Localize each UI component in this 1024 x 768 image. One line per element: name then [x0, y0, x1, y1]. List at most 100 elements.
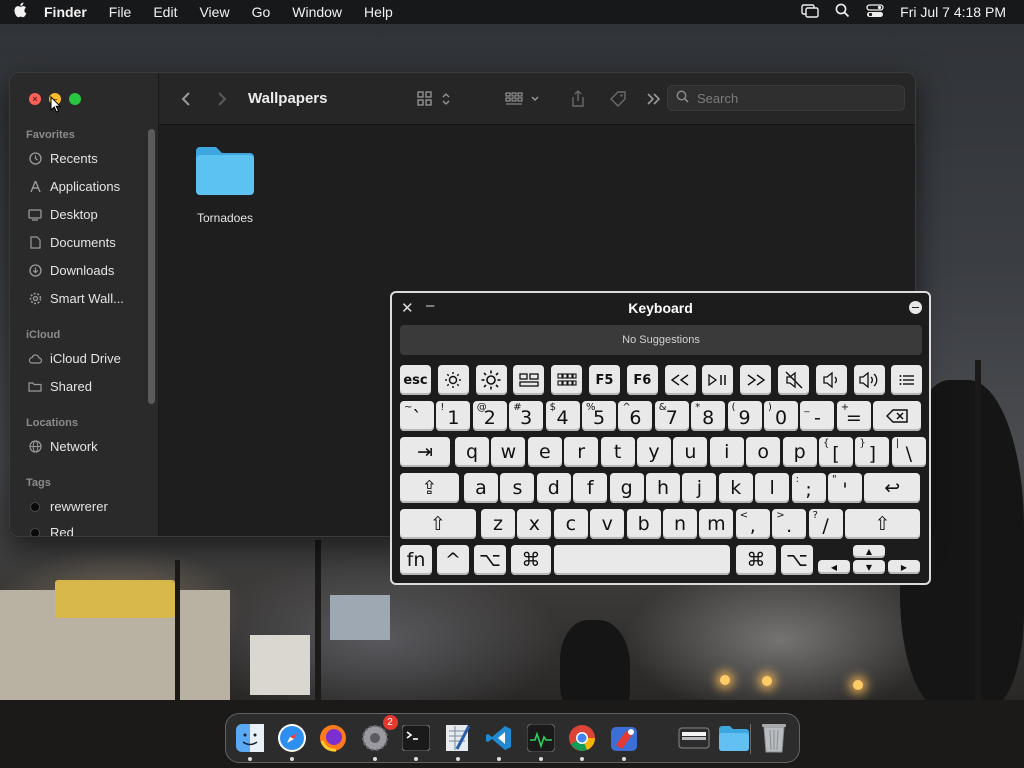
- key-z[interactable]: z: [481, 509, 515, 539]
- keyboard-options-button[interactable]: [909, 301, 922, 314]
- key-tab[interactable]: ⇥: [400, 437, 450, 467]
- key-x[interactable]: x: [517, 509, 552, 539]
- key-shift-left[interactable]: ⇧: [400, 509, 476, 539]
- folder-item-tornadoes[interactable]: Tornadoes: [186, 145, 264, 225]
- firefox-icon[interactable]: [315, 720, 351, 756]
- key-arrow-up[interactable]: ▲: [853, 545, 885, 558]
- zoom-window-button[interactable]: [69, 93, 81, 105]
- sidebar-tag-red[interactable]: Red: [28, 525, 74, 536]
- tag-button[interactable]: [609, 73, 627, 125]
- sidebar-item-network[interactable]: Network: [28, 439, 98, 454]
- script-editor-icon[interactable]: [440, 720, 476, 761]
- key-arrow-left[interactable]: ◀: [818, 560, 850, 574]
- key-volume-down[interactable]: [815, 365, 847, 395]
- key-7[interactable]: ^ 6: [618, 401, 653, 431]
- key-arrow-down[interactable]: ▼: [853, 560, 885, 574]
- key-mute[interactable]: [778, 365, 809, 395]
- key-caps-lock[interactable]: ⇪: [400, 473, 459, 503]
- sidebar-tag-rewwrerer[interactable]: rewwrerer: [28, 499, 108, 514]
- downloads-folder-icon[interactable]: [716, 720, 752, 756]
- key-c[interactable]: c: [553, 509, 588, 539]
- key-e[interactable]: e: [527, 437, 562, 467]
- menu-file[interactable]: File: [98, 4, 143, 20]
- key-launchpad[interactable]: [551, 365, 583, 395]
- key-s[interactable]: s: [500, 473, 535, 503]
- chrome-icon[interactable]: [564, 720, 600, 761]
- key-j[interactable]: j: [682, 473, 717, 503]
- key-menu[interactable]: [891, 365, 923, 395]
- key-fn[interactable]: fn: [400, 545, 432, 575]
- key-b[interactable]: b: [626, 509, 661, 539]
- sidebar-scrollbar[interactable]: [148, 129, 155, 404]
- key-u[interactable]: u: [673, 437, 708, 467]
- key-sym-1[interactable]: >.: [772, 509, 807, 539]
- key-3[interactable]: @2: [472, 401, 507, 431]
- sidebar-item-desktop[interactable]: Desktop: [28, 207, 98, 222]
- share-button[interactable]: [571, 73, 585, 125]
- key-10[interactable]: (9: [727, 401, 762, 431]
- menu-edit[interactable]: Edit: [142, 4, 188, 20]
- key-bracket-1[interactable]: }]: [855, 437, 890, 467]
- screen-mirroring-icon[interactable]: [801, 3, 819, 21]
- key-option-right[interactable]: ⌥: [781, 545, 813, 575]
- key-1[interactable]: ~ `: [400, 401, 434, 431]
- key-13[interactable]: + =: [836, 401, 871, 431]
- more-toolbar-button[interactable]: [647, 73, 661, 125]
- close-window-button[interactable]: ×: [29, 93, 41, 105]
- sidebar-item-icloud-drive[interactable]: iCloud Drive: [28, 351, 121, 366]
- key-12[interactable]: _ -: [800, 401, 835, 431]
- key-d[interactable]: d: [536, 473, 571, 503]
- key-p[interactable]: p: [782, 437, 817, 467]
- sidebar-item-applications[interactable]: Applications: [28, 179, 120, 194]
- key-sym-2[interactable]: ? /: [808, 509, 843, 539]
- key-t[interactable]: t: [600, 437, 635, 467]
- key-2[interactable]: ! 1: [436, 401, 471, 431]
- key-mission-control[interactable]: [513, 365, 545, 395]
- key-punct-1[interactable]: " ': [828, 473, 862, 503]
- key-brightness-up[interactable]: [475, 365, 507, 395]
- terminal-icon[interactable]: [398, 720, 434, 761]
- key-brightness-down[interactable]: [437, 365, 469, 395]
- forward-button[interactable]: [217, 73, 227, 125]
- key-punct-0[interactable]: :;: [791, 473, 826, 503]
- safari-icon[interactable]: [274, 720, 310, 761]
- menu-help[interactable]: Help: [353, 4, 404, 20]
- apple-icon[interactable]: [0, 2, 40, 22]
- key-k[interactable]: k: [718, 473, 753, 503]
- wallet-icon[interactable]: [676, 720, 712, 756]
- key-11[interactable]: ) 0: [764, 401, 798, 431]
- key-r[interactable]: r: [564, 437, 599, 467]
- key-f6[interactable]: F6: [626, 365, 658, 395]
- sidebar-item-smart-wallpapers[interactable]: Smart Wall...: [28, 291, 124, 306]
- key-bracket-0[interactable]: {[: [819, 437, 853, 467]
- gift-app-icon[interactable]: [606, 720, 642, 761]
- key-9[interactable]: * 8: [691, 401, 726, 431]
- key-o[interactable]: o: [746, 437, 781, 467]
- key-v[interactable]: v: [590, 509, 625, 539]
- trash-icon[interactable]: [756, 720, 792, 756]
- sidebar-item-documents[interactable]: Documents: [28, 235, 116, 250]
- back-button[interactable]: [181, 73, 191, 125]
- key-f5[interactable]: F5: [589, 365, 620, 395]
- key-bracket-2[interactable]: | \: [891, 437, 926, 467]
- key-a[interactable]: a: [464, 473, 498, 503]
- search-input[interactable]: [697, 90, 887, 106]
- key-5[interactable]: $4: [545, 401, 580, 431]
- key-return[interactable]: ↩: [864, 473, 920, 503]
- key-f[interactable]: f: [573, 473, 608, 503]
- key-shift-right[interactable]: ⇧: [845, 509, 920, 539]
- sidebar-item-recents[interactable]: Recents: [28, 151, 98, 166]
- key-esc[interactable]: esc: [400, 365, 431, 395]
- menu-go[interactable]: Go: [241, 4, 282, 20]
- key-w[interactable]: w: [491, 437, 526, 467]
- key-8[interactable]: & 7: [654, 401, 689, 431]
- view-mode-button[interactable]: [417, 73, 455, 125]
- key-delete[interactable]: [873, 401, 922, 431]
- key-volume-up[interactable]: [853, 365, 885, 395]
- menu-view[interactable]: View: [188, 4, 240, 20]
- key-control[interactable]: ^: [437, 545, 469, 575]
- key-i[interactable]: i: [709, 437, 744, 467]
- key-sym-0[interactable]: <,: [735, 509, 770, 539]
- key-4[interactable]: #3: [509, 401, 544, 431]
- key-h[interactable]: h: [646, 473, 680, 503]
